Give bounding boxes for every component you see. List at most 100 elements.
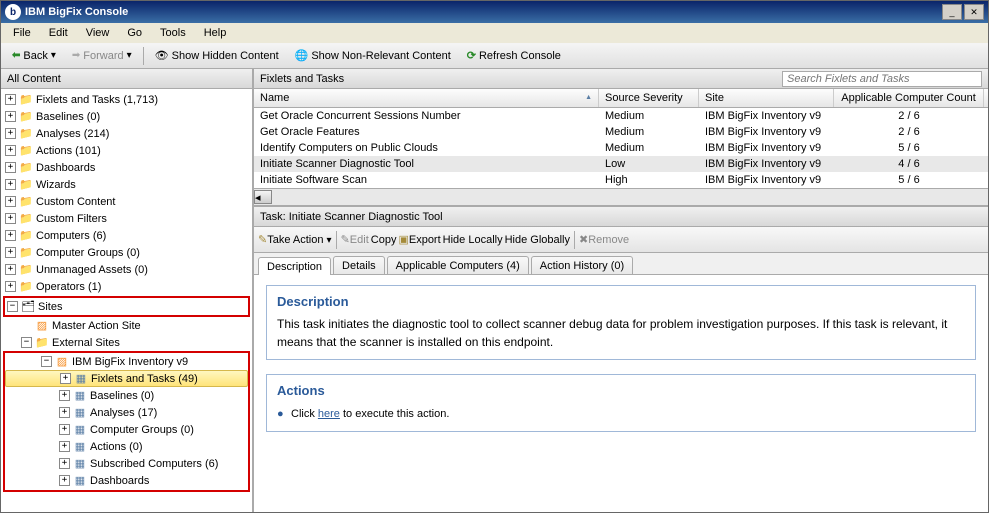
tree-item[interactable]: +📁Fixlets and Tasks (1,713) — [1, 91, 252, 108]
col-name[interactable]: Name — [254, 89, 599, 107]
scroll-left-button[interactable]: ◂ — [254, 190, 272, 204]
col-count[interactable]: Applicable Computer Count — [834, 89, 984, 107]
expand-icon[interactable]: + — [5, 196, 16, 207]
forward-button[interactable]: ➡Forward ▾ — [65, 47, 139, 65]
tree-item[interactable]: +📁Baselines (0) — [1, 108, 252, 125]
tree-inventory-site[interactable]: −▨IBM BigFix Inventory v9 — [5, 353, 248, 370]
description-card: Description This task initiates the diag… — [266, 285, 976, 360]
show-nonrelevant-button[interactable]: 🌐Show Non-Relevant Content — [288, 46, 458, 65]
remove-button[interactable]: ✖Remove — [579, 233, 629, 246]
folder-icon: 📁 — [18, 195, 34, 209]
expand-icon[interactable]: + — [5, 247, 16, 258]
refresh-button[interactable]: ⟳Refresh Console — [460, 46, 568, 65]
globe-icon: 🌐 — [295, 49, 309, 62]
col-site[interactable]: Site — [699, 89, 834, 107]
copy-button[interactable]: Copy — [371, 234, 397, 246]
tree-item[interactable]: +📁Actions (101) — [1, 142, 252, 159]
menu-help[interactable]: Help — [196, 25, 235, 41]
separator — [143, 47, 144, 65]
menu-view[interactable]: View — [78, 25, 118, 41]
menu-tools[interactable]: Tools — [152, 25, 194, 41]
edit-button[interactable]: ✎Edit — [341, 233, 369, 246]
actions-card: Actions ● Click here to execute this act… — [266, 374, 976, 432]
show-hidden-button[interactable]: 👁Show Hidden Content — [148, 46, 286, 65]
expand-icon[interactable]: + — [59, 441, 70, 452]
description-text: This task initiates the diagnostic tool … — [277, 315, 965, 351]
table-row[interactable]: Initiate Scanner Diagnostic ToolLowIBM B… — [254, 156, 988, 172]
tree-item[interactable]: +📁Custom Content — [1, 193, 252, 210]
table-row[interactable]: Initiate Software ScanHighIBM BigFix Inv… — [254, 172, 988, 188]
expand-icon[interactable]: + — [5, 111, 16, 122]
expand-icon[interactable]: + — [59, 475, 70, 486]
dropdown-icon: ▾ — [127, 50, 132, 61]
folder-icon: 📁 — [34, 336, 50, 350]
folder-icon: 📁 — [18, 93, 34, 107]
expand-icon[interactable]: + — [59, 424, 70, 435]
expand-icon[interactable]: + — [59, 458, 70, 469]
tree-master-action-site[interactable]: ▨Master Action Site — [1, 317, 252, 334]
expand-icon[interactable]: + — [5, 162, 16, 173]
tree-item[interactable]: +📁Unmanaged Assets (0) — [1, 261, 252, 278]
hide-globally-button[interactable]: Hide Globally — [505, 234, 570, 246]
collapse-icon[interactable]: − — [41, 356, 52, 367]
take-action-button[interactable]: ✎Take Action ▾ — [258, 233, 332, 246]
tab-details[interactable]: Details — [333, 256, 385, 274]
task-tabs: Description Details Applicable Computers… — [254, 253, 988, 275]
hide-locally-button[interactable]: Hide Locally — [443, 234, 503, 246]
expand-icon[interactable]: + — [60, 373, 71, 384]
node-icon: ▦ — [72, 440, 88, 454]
col-severity[interactable]: Source Severity — [599, 89, 699, 107]
tree-item[interactable]: +📁Custom Filters — [1, 210, 252, 227]
execute-action-link[interactable]: here — [318, 408, 340, 420]
expand-icon[interactable]: + — [5, 213, 16, 224]
menu-edit[interactable]: Edit — [41, 25, 76, 41]
tree-sub-item[interactable]: +▦Subscribed Computers (6) — [5, 455, 248, 472]
expand-icon[interactable]: + — [5, 264, 16, 275]
tree-sub-item[interactable]: +▦Fixlets and Tasks (49) — [5, 370, 248, 387]
menubar: File Edit View Go Tools Help — [1, 23, 988, 43]
tree-item[interactable]: +📁Computers (6) — [1, 227, 252, 244]
tree-sub-item[interactable]: +▦Dashboards — [5, 472, 248, 489]
tree-sub-item[interactable]: +▦Computer Groups (0) — [5, 421, 248, 438]
expand-icon[interactable]: + — [59, 390, 70, 401]
tree-sites[interactable]: −🗂Sites — [5, 298, 248, 315]
expand-icon[interactable]: + — [5, 230, 16, 241]
minimize-button[interactable]: _ — [942, 4, 962, 20]
tab-applicable-computers[interactable]: Applicable Computers (4) — [387, 256, 529, 274]
tree-item[interactable]: +📁Wizards — [1, 176, 252, 193]
menu-file[interactable]: File — [5, 25, 39, 41]
table-row[interactable]: Get Oracle FeaturesMediumIBM BigFix Inve… — [254, 124, 988, 140]
search-input[interactable] — [782, 71, 982, 87]
tree-sub-item[interactable]: +▦Actions (0) — [5, 438, 248, 455]
expand-icon[interactable]: + — [5, 281, 16, 292]
back-arrow-icon: ⬅ — [12, 50, 20, 61]
table-row[interactable]: Identify Computers on Public CloudsMediu… — [254, 140, 988, 156]
node-icon: ▦ — [72, 457, 88, 471]
tree-sub-item[interactable]: +▦Baselines (0) — [5, 387, 248, 404]
tab-description[interactable]: Description — [258, 257, 331, 275]
expand-icon[interactable]: + — [5, 128, 16, 139]
table-row[interactable]: Get Oracle Concurrent Sessions NumberMed… — [254, 108, 988, 124]
collapse-icon[interactable]: − — [7, 301, 18, 312]
tree-item[interactable]: +📁Analyses (214) — [1, 125, 252, 142]
expand-icon[interactable]: + — [5, 94, 16, 105]
expand-icon[interactable]: + — [5, 179, 16, 190]
collapse-icon[interactable]: − — [21, 337, 32, 348]
back-button[interactable]: ⬅Back ▾ — [5, 47, 63, 65]
expand-icon[interactable]: + — [5, 145, 16, 156]
export-button[interactable]: ▣Export — [398, 233, 440, 246]
tree-item[interactable]: +📁Computer Groups (0) — [1, 244, 252, 261]
sidebar: All Content +📁Fixlets and Tasks (1,713)+… — [1, 69, 254, 512]
menu-go[interactable]: Go — [119, 25, 150, 41]
app-logo-icon: b — [5, 4, 21, 20]
expand-icon[interactable]: + — [59, 407, 70, 418]
tab-action-history[interactable]: Action History (0) — [531, 256, 633, 274]
tree-external-sites[interactable]: −📁External Sites — [1, 334, 252, 351]
horizontal-scrollbar[interactable]: ◂ — [254, 188, 988, 205]
tree-sub-item[interactable]: +▦Analyses (17) — [5, 404, 248, 421]
description-body: Description This task initiates the diag… — [254, 275, 988, 512]
close-button[interactable]: ✕ — [964, 4, 984, 20]
tree-item[interactable]: +📁Dashboards — [1, 159, 252, 176]
tree-item[interactable]: +📁Operators (1) — [1, 278, 252, 295]
folder-icon: 📁 — [18, 212, 34, 226]
